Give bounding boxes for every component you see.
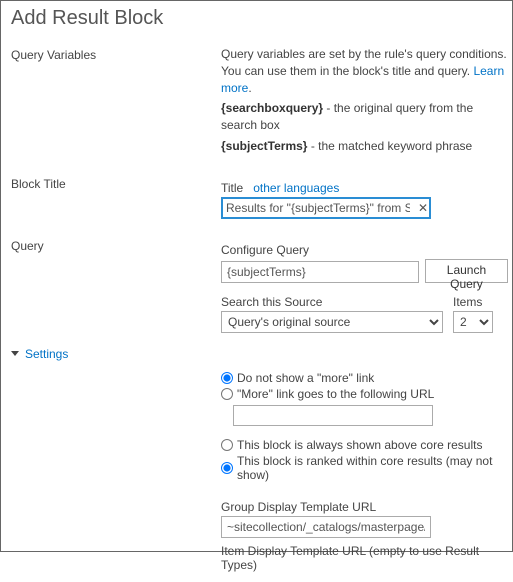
section-block-title: Block Title Title other languages ✕ <box>1 167 512 227</box>
more-url-label: "More" link goes to the following URL <box>237 387 434 401</box>
configure-query-input[interactable] <box>221 261 419 283</box>
desc-text: Query variables are set by the rule's qu… <box>221 47 507 78</box>
items-label: Items <box>453 295 493 309</box>
settings-toggle[interactable]: Settings <box>1 341 512 365</box>
section-label-block-title: Block Title <box>11 175 221 219</box>
placement-above-label: This block is always shown above core re… <box>237 438 482 452</box>
section-label-query-variables: Query Variables <box>11 46 221 159</box>
group-template-input[interactable] <box>221 516 431 538</box>
more-url-radio[interactable] <box>221 388 233 400</box>
more-url-input[interactable] <box>233 405 433 426</box>
items-select[interactable]: 2 <box>453 311 493 333</box>
query-vars-description: Query variables are set by the rule's qu… <box>221 46 508 96</box>
settings-toggle-label: Settings <box>25 347 68 361</box>
more-url-row[interactable]: "More" link goes to the following URL <box>221 387 508 401</box>
page-title: Add Result Block <box>1 1 512 44</box>
desc-post: . <box>248 81 251 95</box>
var-key-2: {subjectTerms} <box>221 139 307 153</box>
block-title-input[interactable] <box>221 197 431 219</box>
section-settings: Do not show a "more" link "More" link go… <box>1 365 512 582</box>
other-languages-link[interactable]: other languages <box>253 181 339 195</box>
var-key-1: {searchboxquery} <box>221 101 323 115</box>
placement-ranked-label: This block is ranked within core results… <box>237 454 508 482</box>
more-none-row[interactable]: Do not show a "more" link <box>221 371 508 385</box>
more-none-label: Do not show a "more" link <box>237 371 374 385</box>
placement-ranked-radio[interactable] <box>221 462 233 474</box>
search-source-select[interactable]: Query's original source <box>221 311 443 333</box>
section-label-query: Query <box>11 237 221 333</box>
clear-icon[interactable]: ✕ <box>418 201 428 215</box>
section-query: Query Configure Query Launch Query Searc… <box>1 227 512 341</box>
item-template-label: Item Display Template URL (empty to use … <box>221 544 508 572</box>
more-none-radio[interactable] <box>221 372 233 384</box>
title-label: Title <box>221 181 243 195</box>
caret-down-icon <box>11 351 19 356</box>
var-line-1: {searchboxquery} - the original query fr… <box>221 100 508 134</box>
launch-query-button[interactable]: Launch Query <box>425 259 508 283</box>
placement-above-radio[interactable] <box>221 439 233 451</box>
var-desc-2: - the matched keyword phrase <box>307 139 472 153</box>
placement-above-row[interactable]: This block is always shown above core re… <box>221 438 508 452</box>
group-template-label: Group Display Template URL <box>221 500 508 514</box>
search-source-label: Search this Source <box>221 295 443 309</box>
configure-query-label: Configure Query <box>221 243 508 257</box>
placement-ranked-row[interactable]: This block is ranked within core results… <box>221 454 508 482</box>
var-line-2: {subjectTerms} - the matched keyword phr… <box>221 138 508 155</box>
section-query-variables: Query Variables Query variables are set … <box>1 44 512 167</box>
